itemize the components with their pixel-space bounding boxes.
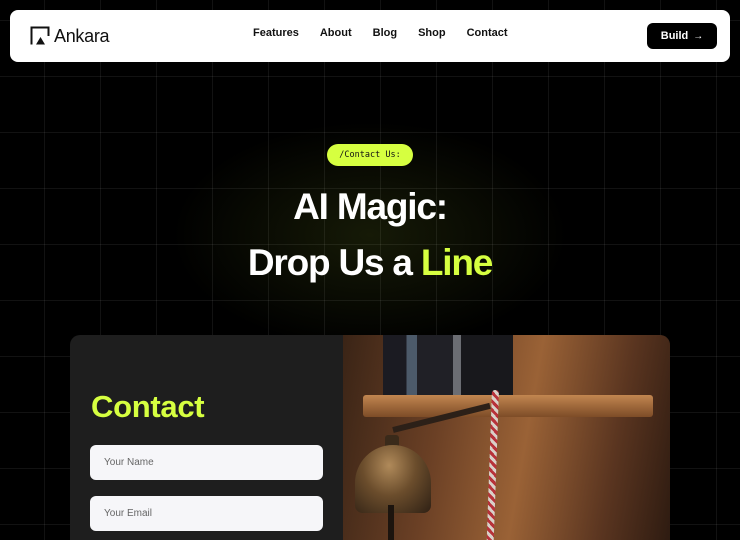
bell-post: [388, 505, 394, 540]
nav-link-blog[interactable]: Blog: [373, 27, 397, 39]
brass-bell: [355, 445, 431, 513]
bookshelf-books: [383, 335, 513, 397]
brand-logo[interactable]: Ankara: [30, 25, 110, 47]
email-input[interactable]: [90, 496, 323, 531]
contact-card: Contact: [70, 335, 670, 540]
contact-title: Contact: [91, 389, 205, 424]
logo-mark-icon: [30, 26, 50, 45]
navbar: Ankara Features About Blog Shop Contact …: [10, 10, 730, 62]
hero-section: /Contact Us: AI Magic: Drop Us a Line: [0, 144, 740, 291]
wooden-shelf: [363, 395, 653, 417]
main-nav: Features About Blog Shop Contact: [253, 27, 508, 39]
hero-title-line1: AI Magic:: [293, 186, 448, 227]
build-button[interactable]: Build →: [647, 23, 717, 49]
build-button-label: Build: [660, 30, 689, 42]
hero-title-line2: Drop Us a Line: [0, 235, 740, 291]
nav-link-contact[interactable]: Contact: [467, 27, 508, 39]
hero-title-accent: Line: [420, 242, 493, 283]
nav-link-about[interactable]: About: [320, 27, 352, 39]
brand-name: Ankara: [54, 25, 110, 46]
arrow-right-icon: →: [693, 30, 704, 42]
nav-link-features[interactable]: Features: [253, 27, 299, 39]
hero-title-line2-text: Drop Us a: [247, 242, 421, 283]
name-input[interactable]: [90, 445, 323, 480]
contact-photo: [343, 335, 670, 540]
nav-link-shop[interactable]: Shop: [418, 27, 446, 39]
section-tag: /Contact Us:: [327, 144, 413, 166]
